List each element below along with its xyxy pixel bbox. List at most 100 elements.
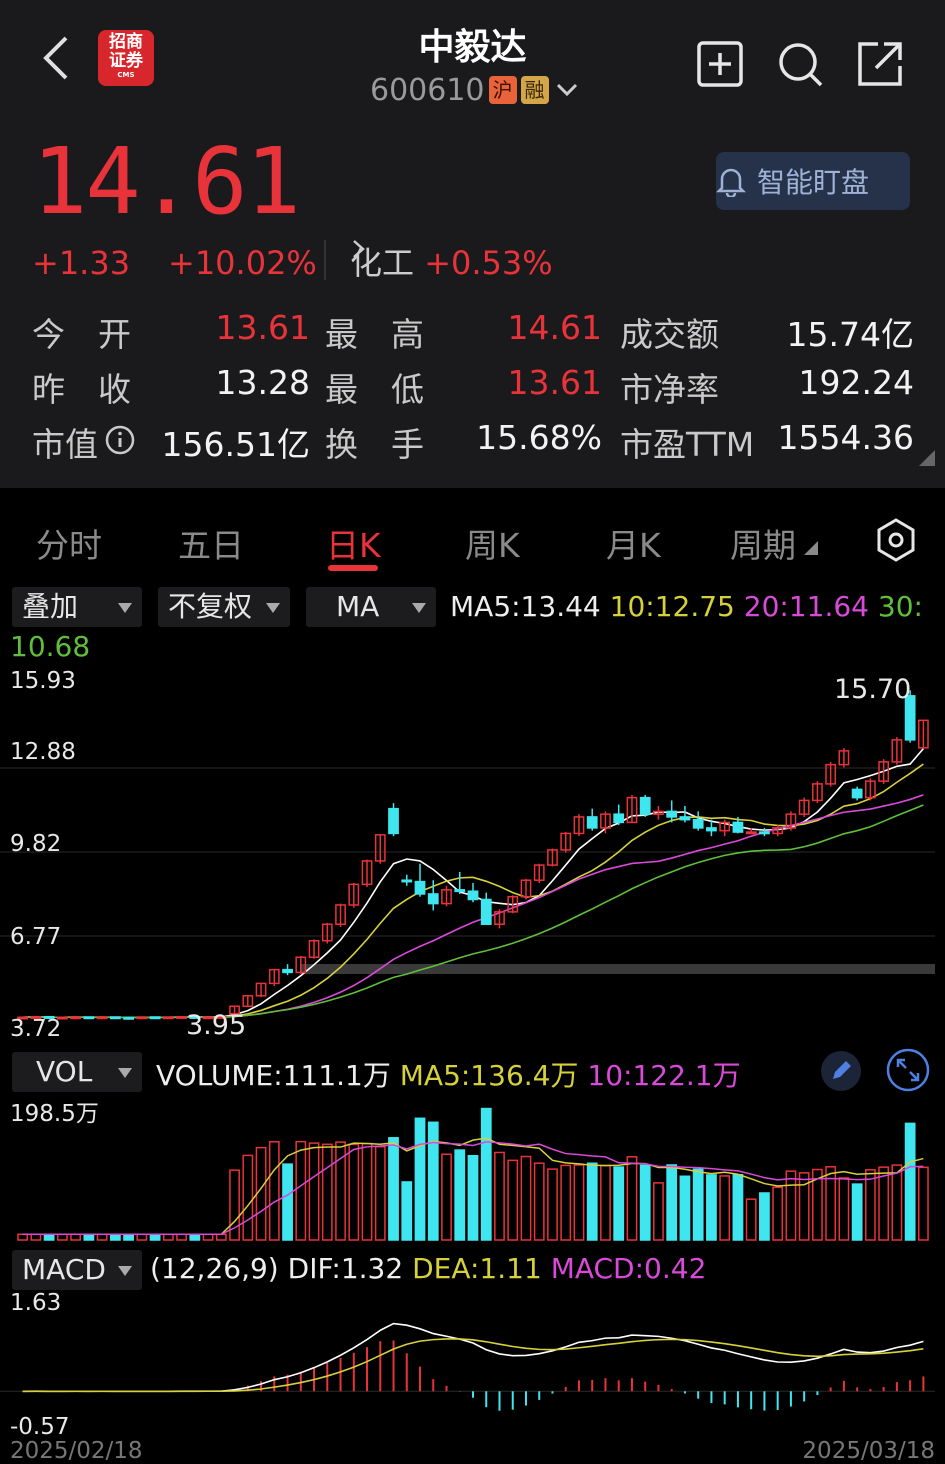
volume-bar <box>533 1162 545 1241</box>
volume-bar <box>176 1233 187 1241</box>
price-change: +1.33 <box>32 244 131 282</box>
sector-link[interactable]: 化工 +0.53% <box>350 238 553 284</box>
volume-bar <box>427 1121 439 1241</box>
volume-bar <box>308 1142 320 1241</box>
period-tabs: 分时 五日 日K 周K 月K 周期 <box>0 505 945 585</box>
volume-bar <box>136 1233 148 1241</box>
volume-bar <box>904 1122 916 1241</box>
tab-daily-k[interactable]: 日K <box>326 519 381 567</box>
chevron-down-icon[interactable] <box>555 80 579 100</box>
volume-bar <box>295 1140 307 1241</box>
volume-bar <box>520 1155 532 1241</box>
chevron-right-icon <box>353 240 365 258</box>
quote-stats: 今 开 13.61 最 高 14.61 成交额 15.74亿 昨 收 13.28… <box>32 308 914 473</box>
fullscreen-icon[interactable] <box>886 1048 930 1092</box>
ma30-label: 30: <box>877 590 923 623</box>
settings-icon[interactable] <box>876 518 916 562</box>
indicator-select[interactable]: MA <box>306 587 436 627</box>
volume-bar <box>17 1233 29 1241</box>
tab-period[interactable]: 周期 <box>730 519 796 567</box>
tab-intraday[interactable]: 分时 <box>36 519 102 567</box>
adjust-select[interactable]: 不复权 <box>158 587 290 627</box>
candle-down <box>480 898 492 925</box>
start-date: 2025/02/18 <box>10 1438 143 1464</box>
vol-select[interactable]: VOL <box>12 1052 142 1092</box>
smart-alert-button[interactable]: 智能盯盘 <box>716 152 910 210</box>
tab-five-day[interactable]: 五日 <box>178 519 244 567</box>
tab-monthly-k[interactable]: 月K <box>606 519 661 567</box>
vol-select-label: VOL <box>36 1055 93 1088</box>
volume-bar <box>560 1164 572 1241</box>
high-marker: 15.70 <box>834 674 912 705</box>
stat-value: 1554.36 <box>777 418 914 457</box>
macd-chart[interactable] <box>0 1286 945 1436</box>
candle-down <box>401 879 413 883</box>
ma20-value: 20:11.64 <box>743 590 869 623</box>
volume-bar <box>613 1166 625 1241</box>
candle-down <box>282 968 293 974</box>
candle-down <box>388 807 399 835</box>
stats-row: 昨 收 13.28 最 低 13.61 市净率 192.24 <box>32 363 914 418</box>
volume-value: VOLUME:111.1万 <box>156 1059 391 1092</box>
candle-down <box>692 818 704 829</box>
volume-bar <box>772 1186 784 1241</box>
macd-select[interactable]: MACD <box>12 1250 142 1290</box>
volume-bar <box>547 1168 558 1241</box>
candle-down <box>467 890 479 901</box>
tab-weekly-k[interactable]: 周K <box>465 519 520 567</box>
overlay-select-label: 叠加 <box>22 590 79 623</box>
volume-bar <box>865 1169 876 1241</box>
add-watchlist-icon[interactable] <box>696 40 744 88</box>
candle-down <box>679 816 691 821</box>
candlestick-chart[interactable] <box>0 660 945 1050</box>
smart-alert-label: 智能盯盘 <box>756 166 869 199</box>
search-icon[interactable] <box>776 40 824 88</box>
volume-bar <box>507 1159 519 1241</box>
macd-select-label: MACD <box>22 1253 106 1286</box>
period-dropdown-icon <box>804 541 818 555</box>
candle-down <box>454 889 466 893</box>
stat-label: 成交额 <box>620 315 719 354</box>
volume-bar <box>851 1183 863 1241</box>
bell-icon <box>716 168 746 197</box>
stock-code: 600610 <box>370 72 485 108</box>
volume-bar <box>268 1141 280 1241</box>
sector-pct: +0.53% <box>424 244 553 282</box>
volume-bar <box>494 1151 505 1241</box>
ma-legend: MA5:13.44 10:12.75 20:11.64 30: <box>450 590 923 623</box>
stat-label: 市盈TTM <box>620 425 755 464</box>
volume-bar <box>825 1166 837 1241</box>
margin-badge: 融 <box>520 76 549 104</box>
stock-code-row[interactable]: 600610 沪 融 <box>370 72 579 108</box>
volume-bar <box>70 1233 81 1241</box>
volume-bar <box>878 1166 890 1241</box>
vol-ma10-value: 10:122.1万 <box>587 1059 741 1092</box>
adjust-select-label: 不复权 <box>168 590 253 623</box>
candle-up <box>745 831 757 835</box>
share-icon[interactable] <box>856 40 904 88</box>
volume-bar <box>414 1117 426 1241</box>
volume-bar <box>586 1162 598 1241</box>
info-icon[interactable] <box>104 424 136 456</box>
candle-down <box>706 827 717 832</box>
volume-chart[interactable] <box>0 1090 945 1242</box>
overlay-select[interactable]: 叠加 <box>12 587 142 627</box>
volume-bar <box>719 1175 731 1241</box>
expand-corner-icon[interactable] <box>919 450 935 466</box>
volume-bar <box>759 1192 770 1241</box>
ma5-value: MA5:13.44 <box>450 590 601 623</box>
volume-bar <box>706 1174 717 1241</box>
volume-bar <box>56 1233 68 1241</box>
y-axis-label: 6.77 <box>10 924 62 950</box>
dif-line <box>22 1322 924 1393</box>
candle-down <box>586 816 598 829</box>
volume-bar <box>123 1233 134 1241</box>
volume-bar <box>639 1164 651 1241</box>
edit-pencil-icon[interactable] <box>820 1050 862 1092</box>
volume-bar <box>43 1233 55 1241</box>
caret-down-icon <box>118 1266 132 1276</box>
stat-label: 最 高 <box>325 315 424 354</box>
candle-up <box>96 1016 108 1020</box>
price-change-pct: +10.02% <box>168 244 317 282</box>
macd-legend: (12,26,9) DIF:1.32 DEA:1.11 MACD:0.42 <box>150 1252 706 1285</box>
